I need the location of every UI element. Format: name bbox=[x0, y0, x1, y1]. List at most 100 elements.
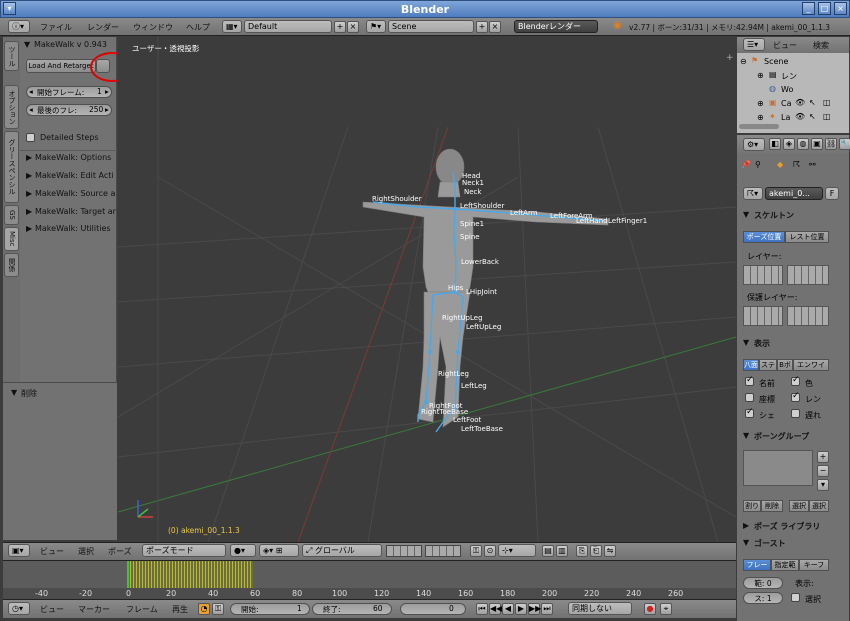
render-icon[interactable]: ▤ bbox=[542, 545, 554, 557]
sync-selector[interactable]: 同期しない bbox=[568, 602, 632, 615]
tab-misc[interactable]: Misc bbox=[4, 227, 19, 251]
display-stick-button[interactable]: ステ bbox=[759, 359, 777, 371]
pose-library-header[interactable]: ポーズ ライブラリ bbox=[754, 521, 820, 532]
menu-select[interactable]: 選択 bbox=[78, 546, 94, 557]
select-icon[interactable]: ↖ bbox=[809, 98, 816, 107]
shapes-checkbox[interactable] bbox=[745, 407, 754, 418]
snap-selector[interactable]: ⊹▾ bbox=[498, 544, 536, 557]
tab-gs[interactable]: GS bbox=[4, 205, 19, 225]
expand-icon[interactable]: ⊕ bbox=[757, 99, 764, 108]
increment-icon[interactable]: ▸ bbox=[105, 87, 109, 96]
protected-layers-2[interactable] bbox=[787, 306, 829, 326]
current-frame-cursor[interactable] bbox=[127, 561, 129, 588]
preview-range-icon[interactable]: ◔ bbox=[198, 603, 210, 615]
copy-pose-icon[interactable]: ⎘ bbox=[576, 545, 588, 557]
record-icon[interactable]: ● bbox=[644, 603, 656, 615]
armature-layers-1[interactable] bbox=[743, 265, 783, 285]
ghost-arrow-icon[interactable]: ▼ bbox=[743, 538, 749, 547]
proportional-edit-icon[interactable]: ⊙ bbox=[484, 545, 496, 557]
display-octahedral-button[interactable]: 八面 bbox=[743, 359, 759, 371]
display-arrow-icon[interactable]: ▼ bbox=[743, 338, 749, 347]
visibility-icon[interactable]: 👁 bbox=[795, 98, 805, 107]
expand-icon[interactable]: ⊖ bbox=[740, 57, 747, 66]
render-engine-select[interactable]: Blenderレンダー bbox=[514, 20, 598, 33]
tab-tools[interactable]: ツール bbox=[4, 41, 19, 71]
group-menu-icon[interactable]: ▾ bbox=[817, 479, 829, 491]
layer-buttons-2[interactable] bbox=[425, 545, 461, 557]
world-tab-icon[interactable]: ◍ bbox=[797, 138, 809, 150]
menu-view[interactable]: ビュー bbox=[40, 604, 64, 615]
scene-tab-icon[interactable]: ◈ bbox=[783, 138, 795, 150]
remove-layout-icon[interactable]: × bbox=[347, 21, 359, 33]
section-arrow-icon[interactable]: ▶ bbox=[26, 224, 32, 233]
layout-icon[interactable]: ▦▾ bbox=[222, 20, 242, 33]
assign-button[interactable]: 割り bbox=[743, 500, 761, 512]
jump-end-icon[interactable]: ⏭ bbox=[541, 603, 553, 615]
current-frame-field[interactable]: 0 bbox=[400, 603, 466, 615]
timeline[interactable]: -40 -20 0 20 40 60 80 100 120 140 160 18… bbox=[3, 560, 736, 600]
paste-pose-icon[interactable]: ⎗ bbox=[590, 545, 602, 557]
3d-viewport[interactable]: ユーザー・透視投影 (0) akemi_00_1.1.3 + Head Neck… bbox=[118, 37, 736, 542]
deselect-button[interactable]: 選択 bbox=[809, 500, 829, 512]
outliner-item-lamp[interactable]: La bbox=[781, 113, 790, 122]
rest-position-button[interactable]: レスト位置 bbox=[785, 231, 829, 243]
minimize-icon[interactable]: _ bbox=[802, 2, 815, 15]
pivot-selector[interactable]: ◈▾ ⊞ bbox=[259, 544, 299, 557]
outliner-scrollbar[interactable] bbox=[739, 124, 779, 129]
section-arrow-icon[interactable]: ▶ bbox=[26, 189, 32, 198]
colors-checkbox[interactable] bbox=[791, 375, 800, 386]
names-checkbox[interactable] bbox=[745, 375, 754, 386]
expand-icon[interactable]: ⊕ bbox=[757, 71, 764, 80]
add-scene-icon[interactable]: + bbox=[476, 21, 488, 33]
add-group-icon[interactable]: + bbox=[817, 451, 829, 463]
render-toggle-icon[interactable]: ◫ bbox=[823, 112, 831, 121]
layer-buttons-1[interactable] bbox=[386, 545, 422, 557]
bone-groups-list[interactable] bbox=[743, 450, 813, 486]
pose-library-arrow-icon[interactable]: ▶ bbox=[743, 521, 749, 530]
editor-type-timeline-icon[interactable]: ◷▾ bbox=[8, 602, 30, 615]
outliner-item-scene[interactable]: Scene bbox=[764, 57, 788, 66]
scene-selector[interactable]: Scene bbox=[388, 20, 474, 33]
next-keyframe-icon[interactable]: ▶▶ bbox=[528, 603, 541, 615]
display-bbone-button[interactable]: Bボ bbox=[777, 359, 793, 371]
start-frame-field[interactable]: ◂ 開始フレーム: 1 ▸ bbox=[26, 86, 112, 98]
editor-type-info-icon[interactable]: ⓘ▾ bbox=[8, 20, 30, 33]
render-toggle-icon[interactable]: ◫ bbox=[823, 98, 831, 107]
modifiers-tab-icon[interactable]: 🔧 bbox=[839, 138, 850, 150]
makewalk-panel-arrow-icon[interactable]: ▼ bbox=[24, 40, 30, 49]
tab-options[interactable]: オプション bbox=[4, 85, 19, 129]
plus-icon[interactable]: + bbox=[726, 53, 735, 63]
menu-marker[interactable]: マーカー bbox=[78, 604, 110, 615]
armature-browse-icon[interactable]: ☈▾ bbox=[743, 187, 763, 200]
add-layout-icon[interactable]: + bbox=[334, 21, 346, 33]
lower-panel-arrow-icon[interactable]: ▼ bbox=[11, 388, 17, 397]
maximize-icon[interactable]: □ bbox=[818, 2, 831, 15]
section-target[interactable]: MakeWalk: Target ar bbox=[35, 207, 116, 216]
select-icon[interactable]: ↖ bbox=[809, 112, 816, 121]
ghost-frames-button[interactable]: フレー bbox=[743, 559, 771, 571]
paste-flipped-icon[interactable]: ⇋ bbox=[604, 545, 616, 557]
layout-selector[interactable]: Default bbox=[244, 20, 332, 33]
remove-button[interactable]: 削除 bbox=[761, 500, 783, 512]
pose-position-button[interactable]: ポーズ位置 bbox=[743, 231, 785, 243]
close-icon[interactable]: × bbox=[834, 2, 847, 15]
ghost-selected-checkbox[interactable] bbox=[791, 593, 800, 602]
menu-view[interactable]: ビュー bbox=[40, 546, 64, 557]
ghost-keyframes-button[interactable]: キーフ bbox=[799, 559, 829, 571]
ghost-range-field[interactable]: 範: 0 bbox=[743, 577, 783, 589]
play-icon[interactable]: ▶ bbox=[515, 603, 527, 615]
section-arrow-icon[interactable]: ▶ bbox=[26, 153, 32, 162]
outliner-item-world[interactable]: Wo bbox=[781, 85, 793, 94]
orientation-selector[interactable]: ⤢ グローバル bbox=[302, 544, 382, 557]
keying-set-icon[interactable]: ⌖ bbox=[660, 603, 672, 615]
pin-icon[interactable]: 📌 bbox=[741, 160, 751, 169]
render-anim-icon[interactable]: ▥ bbox=[556, 545, 568, 557]
menu-view[interactable]: ビュー bbox=[773, 40, 797, 51]
increment-icon[interactable]: ▸ bbox=[105, 105, 109, 114]
display-envelope-button[interactable]: エンワイ bbox=[793, 359, 829, 371]
menu-playback[interactable]: 再生 bbox=[172, 604, 188, 615]
outliner-item-camera[interactable]: Ca bbox=[781, 99, 792, 108]
protected-layers-1[interactable] bbox=[743, 306, 783, 326]
scene-icon[interactable]: ⚑▾ bbox=[366, 20, 386, 33]
window-menu-button[interactable]: ▾ bbox=[3, 2, 16, 15]
